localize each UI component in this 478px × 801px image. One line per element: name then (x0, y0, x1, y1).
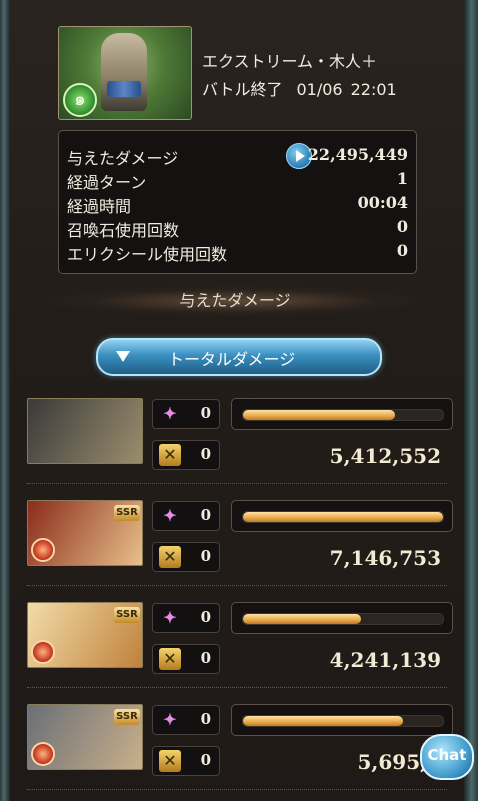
fire-element-icon (31, 538, 55, 562)
character-row: SSR ✦ 0 ✕ 0 4,241,139 (27, 602, 457, 692)
summary-row: 経過時間 00:04 (67, 193, 408, 216)
battle-time: 22:01 (350, 80, 397, 99)
fire-element-icon (31, 640, 55, 664)
character-row: SSR ✦ 0 ✕ 0 5,695,0 (27, 704, 457, 794)
dropdown-label: トータルダメージ (168, 350, 296, 369)
charge-attack-icon: ✕ (159, 648, 181, 670)
spark-icon: ✦ (163, 710, 177, 729)
wind-element-icon: ๑ (63, 83, 97, 117)
ssr-badge: SSR (114, 709, 140, 725)
damage-bar (231, 602, 453, 634)
ssr-badge: SSR (114, 607, 140, 623)
battle-date: 01/06 (296, 80, 343, 99)
skill-counter: ✦ 0 (152, 399, 220, 429)
ca-counter: ✕ 0 (152, 746, 220, 776)
damage-bar (231, 704, 453, 736)
summary-value: 1 (396, 169, 408, 188)
spark-icon: ✦ (163, 506, 177, 525)
ca-count: 0 (200, 649, 211, 667)
bar-track (242, 511, 444, 523)
bar-track (242, 613, 444, 625)
chat-button[interactable]: Chat (420, 734, 474, 780)
summary-label: エリクシール使用回数 (67, 245, 228, 264)
right-frame (464, 0, 478, 801)
skill-count: 0 (200, 608, 211, 626)
boss-name: エクストリーム・木人＋ (202, 52, 378, 71)
ca-counter: ✕ 0 (152, 440, 220, 470)
spark-icon: ✦ (163, 404, 177, 423)
summary-row: 召喚石使用回数 0 (67, 217, 408, 240)
total-damage-dropdown[interactable]: トータルダメージ (96, 338, 382, 376)
summary-value: 00:04 (357, 193, 408, 212)
charge-attack-icon: ✕ (159, 750, 181, 772)
ca-counter: ✕ 0 (152, 644, 220, 674)
character-portrait (27, 398, 143, 464)
charge-attack-icon: ✕ (159, 546, 181, 568)
bar-track (242, 409, 444, 421)
triangle-down-icon (116, 351, 130, 362)
skill-count: 0 (200, 710, 211, 728)
summary-value: 0 (396, 241, 408, 260)
summary-label: 与えたダメージ (67, 149, 179, 168)
character-row: SSR ✦ 0 ✕ 0 7,146,753 (27, 500, 457, 590)
summary-row: 与えたダメージ 22,495,449 (67, 143, 408, 169)
summary-label: 召喚石使用回数 (67, 221, 180, 240)
character-portrait: SSR (27, 704, 143, 770)
character-row: ✦ 0 ✕ 0 5,412,552 (27, 398, 457, 488)
section-title: 与えたダメージ (50, 286, 420, 316)
skill-counter: ✦ 0 (152, 603, 220, 633)
divider (27, 585, 447, 586)
spark-icon: ✦ (163, 608, 177, 627)
damage-bar (231, 500, 453, 532)
ssr-badge: SSR (114, 505, 140, 521)
left-frame (0, 0, 10, 801)
character-portrait: SSR (27, 500, 143, 566)
character-portrait: SSR (27, 602, 143, 668)
skill-count: 0 (200, 404, 211, 422)
summary-label: 経過ターン (67, 173, 147, 192)
skill-counter: ✦ 0 (152, 501, 220, 531)
damage-bar (231, 398, 453, 430)
summary-label: 経過時間 (67, 197, 132, 216)
bar-fill (243, 410, 395, 420)
charge-attack-icon: ✕ (159, 444, 181, 466)
boss-figure (101, 33, 147, 111)
battle-summary: 与えたダメージ 22,495,449 経過ターン 1 経過時間 00:04 召喚… (58, 130, 417, 274)
summary-value: 0 (396, 217, 408, 236)
boss-portrait: ๑ (58, 26, 192, 120)
bar-track (242, 715, 444, 727)
ca-counter: ✕ 0 (152, 542, 220, 572)
ca-count: 0 (200, 445, 211, 463)
damage-value: 4,241,139 (329, 648, 441, 672)
summary-row: エリクシール使用回数 0 (67, 241, 408, 264)
ca-count: 0 (200, 751, 211, 769)
bar-fill (243, 716, 403, 726)
battle-status-line: バトル終了 01/06 22:01 (202, 76, 411, 100)
summary-value: 22,495,449 (307, 145, 408, 164)
divider (27, 789, 447, 790)
bar-fill (243, 512, 443, 522)
battle-status: バトル終了 (202, 80, 283, 99)
skill-counter: ✦ 0 (152, 705, 220, 735)
fire-element-icon (31, 742, 55, 766)
skill-count: 0 (200, 506, 211, 524)
summary-row: 経過ターン 1 (67, 169, 408, 192)
ca-count: 0 (200, 547, 211, 565)
divider (27, 483, 447, 484)
bar-fill (243, 614, 361, 624)
damage-value: 7,146,753 (329, 546, 441, 570)
damage-value: 5,412,552 (329, 444, 441, 468)
divider (27, 687, 447, 688)
